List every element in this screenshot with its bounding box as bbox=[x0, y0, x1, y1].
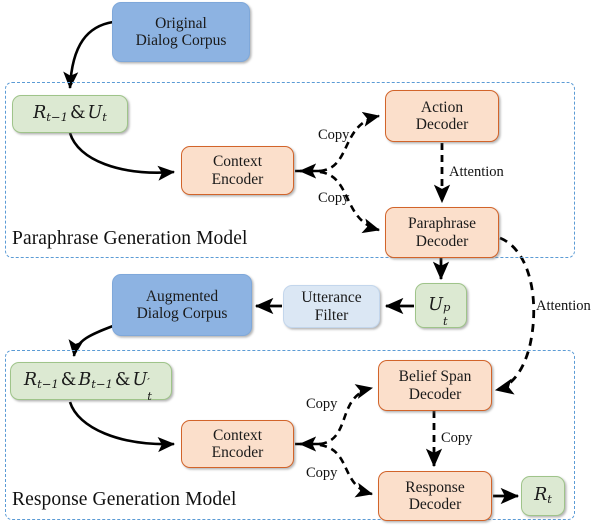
original-corpus-line1: Original bbox=[155, 14, 207, 32]
edge-label-copy-bottom-3: Copy bbox=[441, 430, 473, 446]
context-encoder-top-line1: Context bbox=[212, 153, 263, 171]
response-output-formula: Rt bbox=[534, 484, 552, 507]
original-corpus-line2: Dialog Corpus bbox=[135, 32, 227, 49]
response-decoder-line2: Decoder bbox=[408, 496, 462, 513]
belief-span-decoder-line1: Belief Span bbox=[398, 368, 472, 386]
edge-label-copy-top-1: Copy bbox=[318, 127, 350, 143]
augmented-corpus-line2: Dialog Corpus bbox=[136, 305, 228, 322]
paraphrase-decoder-line2: Decoder bbox=[415, 232, 469, 250]
edge-label-attention-right: Attention bbox=[536, 298, 591, 314]
edge-label-attention-top: Attention bbox=[449, 164, 504, 180]
node-augmented-dialog-corpus: Augmented Dialog Corpus bbox=[112, 274, 252, 336]
paraphrase-decoder-line1: Paraphrase bbox=[408, 215, 476, 233]
action-decoder-line1: Action bbox=[420, 98, 464, 116]
node-context-encoder-bottom: Context Encoder bbox=[181, 420, 294, 468]
label-response-generation-model: Response Generation Model bbox=[12, 489, 237, 510]
response-decoder-line1: Response bbox=[405, 478, 465, 496]
node-paraphrase-decoder: Paraphrase Decoder bbox=[385, 207, 499, 258]
node-input-bottom: Rt−1 & Bt−1 & U ′ t bbox=[10, 362, 172, 403]
input-bottom-formula: Rt−1 & Bt−1 & U ′ t bbox=[23, 369, 152, 403]
context-encoder-bottom-line1: Context bbox=[212, 426, 263, 444]
action-decoder-line2: Decoder bbox=[415, 116, 469, 133]
belief-span-decoder-line2: Decoder bbox=[408, 385, 462, 403]
node-response-decoder: Response Decoder bbox=[378, 471, 492, 521]
figure-canvas: Original Dialog Corpus Rt−1 & Ut Context E… bbox=[0, 0, 600, 528]
utterance-filter-line2: Filter bbox=[314, 306, 349, 324]
context-encoder-top-line2: Encoder bbox=[211, 170, 264, 188]
node-paraphrased-utterance: Upt bbox=[415, 283, 467, 328]
edge-label-copy-bottom-1: Copy bbox=[306, 396, 338, 412]
node-response-output: Rt bbox=[521, 476, 565, 516]
node-context-encoder-top: Context Encoder bbox=[181, 146, 294, 195]
context-encoder-bottom-line2: Encoder bbox=[211, 444, 264, 461]
node-action-decoder: Action Decoder bbox=[385, 90, 499, 142]
utterance-filter-line1: Utterance bbox=[301, 289, 362, 307]
paraphrased-utterance-formula: Upt bbox=[428, 294, 451, 328]
augmented-corpus-line1: Augmented bbox=[145, 287, 219, 305]
input-top-formula: Rt−1 & Ut bbox=[33, 102, 107, 125]
label-paraphrase-generation-model: Paraphrase Generation Model bbox=[12, 228, 248, 249]
node-belief-span-decoder: Belief Span Decoder bbox=[378, 360, 492, 411]
edge-label-copy-top-2: Copy bbox=[318, 190, 350, 206]
edge-label-copy-bottom-2: Copy bbox=[306, 465, 338, 481]
node-utterance-filter: Utterance Filter bbox=[283, 285, 380, 328]
node-input-top: Rt−1 & Ut bbox=[12, 95, 128, 133]
node-original-dialog-corpus: Original Dialog Corpus bbox=[112, 2, 250, 62]
